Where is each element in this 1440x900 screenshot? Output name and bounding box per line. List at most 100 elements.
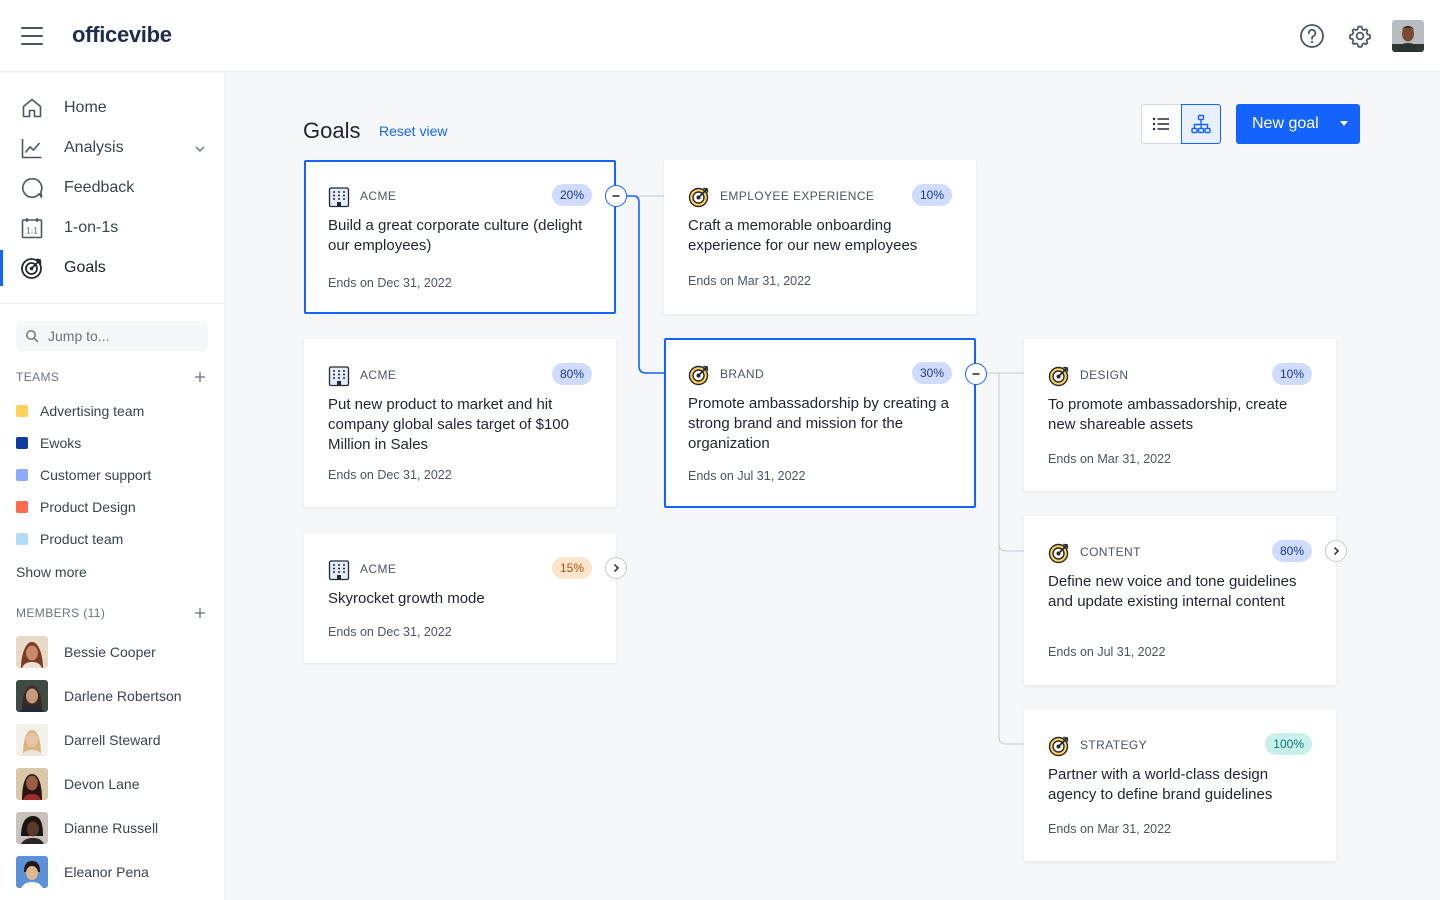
goal-title: Put new product to market and hit compan… (328, 396, 569, 453)
member-item[interactable]: Eleanor Pena (16, 856, 149, 888)
target-icon (1048, 736, 1069, 757)
hierarchy-icon (1191, 114, 1211, 134)
goal-end-date: Ends on Mar 31, 2022 (1048, 822, 1171, 836)
collapse-button[interactable] (605, 185, 627, 207)
sidebar-divider (0, 303, 224, 304)
goal-card[interactable]: STRATEGY 100% Partner with a world-class… (1024, 709, 1336, 861)
nav-item-home[interactable]: Home (0, 90, 224, 126)
member-name: Darrell Steward (64, 732, 161, 748)
member-item[interactable]: Darrell Steward (16, 724, 160, 756)
goal-title: Promote ambassadorship by creating a str… (688, 395, 949, 452)
nav-item-goals[interactable]: Goals (0, 250, 224, 286)
expand-button[interactable] (605, 557, 627, 579)
member-name: Darlene Robertson (64, 688, 182, 704)
goal-end-date: Ends on Jul 31, 2022 (688, 469, 806, 483)
team-label: Ewoks (40, 435, 82, 451)
team-color-swatch (16, 437, 28, 449)
member-name: Devon Lane (64, 776, 140, 792)
team-item[interactable]: Customer support (16, 465, 151, 485)
target-icon (688, 187, 709, 208)
goal-card[interactable]: ACME 80% Put new product to market and h… (304, 339, 616, 507)
minus-icon (612, 195, 620, 197)
list-view-button[interactable] (1142, 105, 1181, 143)
goal-end-date: Ends on Dec 31, 2022 (328, 468, 452, 482)
goal-end-date: Ends on Mar 31, 2022 (1048, 452, 1171, 466)
goal-title: Partner with a world-class design agency… (1048, 766, 1273, 803)
reset-view-link[interactable]: Reset view (379, 123, 447, 139)
jump-to-input[interactable] (16, 321, 208, 351)
member-name: Dianne Russell (64, 820, 159, 836)
goal-end-date: Ends on Dec 31, 2022 (328, 276, 452, 290)
goal-title: Define new voice and tone guidelines and… (1048, 573, 1297, 610)
goal-end-date: Ends on Dec 31, 2022 (328, 625, 452, 639)
goal-card[interactable]: ACME 15% Skyrocket growth mode Ends on D… (304, 533, 616, 663)
goal-title: Build a great corporate culture (delight… (328, 217, 583, 254)
new-goal-label: New goal (1252, 115, 1319, 132)
team-color-swatch (16, 469, 28, 481)
nav-label: Home (64, 99, 107, 116)
add-member-icon[interactable] (193, 606, 207, 620)
goal-category: BRAND (720, 367, 765, 381)
new-goal-button[interactable]: New goal (1236, 104, 1360, 144)
view-toggle (1141, 104, 1221, 144)
goal-card[interactable]: EMPLOYEE EXPERIENCE 10% Craft a memorabl… (664, 160, 976, 314)
collapse-button[interactable] (965, 363, 987, 385)
team-color-swatch (16, 501, 28, 513)
member-name: Bessie Cooper (64, 644, 156, 660)
member-item[interactable]: Darlene Robertson (16, 680, 182, 712)
member-avatar (16, 768, 48, 800)
goal-card[interactable]: DESIGN 10% To promote ambassadorship, cr… (1024, 339, 1336, 491)
app-logo[interactable]: officevibe (72, 22, 172, 48)
goal-category: ACME (360, 189, 397, 203)
goal-card[interactable]: BRAND 30% Promote ambassadorship by crea… (664, 338, 976, 508)
nav-item-one-on-ones[interactable]: 1:1 1-on-1s (0, 210, 224, 246)
progress-badge: 30% (911, 362, 952, 384)
goal-category: CONTENT (1080, 545, 1141, 559)
expand-button[interactable] (1325, 540, 1347, 562)
member-avatar (16, 856, 48, 888)
list-icon (1153, 117, 1170, 131)
nav-item-analysis[interactable]: Analysis (0, 130, 224, 166)
gear-icon[interactable] (1347, 23, 1373, 49)
member-item[interactable]: Bessie Cooper (16, 636, 156, 668)
goal-card[interactable]: CONTENT 80% Define new voice and tone gu… (1024, 516, 1336, 685)
progress-badge: 100% (1265, 733, 1312, 755)
team-label: Product Design (40, 499, 136, 515)
building-icon (328, 560, 350, 581)
team-item[interactable]: Ewoks (16, 433, 81, 453)
chevron-down-icon[interactable] (193, 142, 207, 156)
chart-line-icon (21, 139, 42, 159)
progress-badge: 10% (1271, 363, 1312, 385)
member-item[interactable]: Dianne Russell (16, 812, 158, 844)
goal-category: ACME (360, 562, 397, 576)
nav-label: 1-on-1s (64, 219, 119, 236)
menu-icon[interactable] (20, 24, 44, 48)
team-label: Advertising team (40, 403, 145, 419)
member-avatar (16, 724, 48, 756)
team-item[interactable]: Product team (16, 529, 123, 549)
goal-card[interactable]: ACME 20% Build a great corporate culture… (304, 160, 616, 314)
goal-category: DESIGN (1080, 368, 1129, 382)
add-team-icon[interactable] (193, 370, 207, 384)
team-item[interactable]: Advertising team (16, 401, 144, 421)
page-title: Goals (303, 118, 361, 143)
help-icon[interactable] (1299, 23, 1325, 49)
svg-text:1:1: 1:1 (26, 227, 38, 236)
chevron-right-icon (613, 563, 620, 573)
chevron-right-icon (1333, 546, 1340, 556)
goal-title: To promote ambassadorship, create new sh… (1048, 396, 1288, 433)
nav-label: Analysis (64, 139, 124, 156)
team-item[interactable]: Product Design (16, 497, 136, 517)
tree-view-button[interactable] (1180, 104, 1221, 144)
sidebar: Home Analysis Feedback 1:1 1-on-1s Goals… (0, 73, 225, 900)
member-item[interactable]: Devon Lane (16, 768, 140, 800)
nav-item-feedback[interactable]: Feedback (0, 170, 224, 206)
team-color-swatch (16, 533, 28, 545)
nav-label: Feedback (64, 179, 135, 196)
member-avatar (16, 680, 48, 712)
target-icon (1048, 543, 1069, 564)
user-avatar[interactable] (1392, 20, 1424, 52)
team-label: Product team (40, 531, 124, 547)
top-bar: officevibe (0, 0, 1440, 72)
show-more-link[interactable]: Show more (16, 564, 87, 580)
